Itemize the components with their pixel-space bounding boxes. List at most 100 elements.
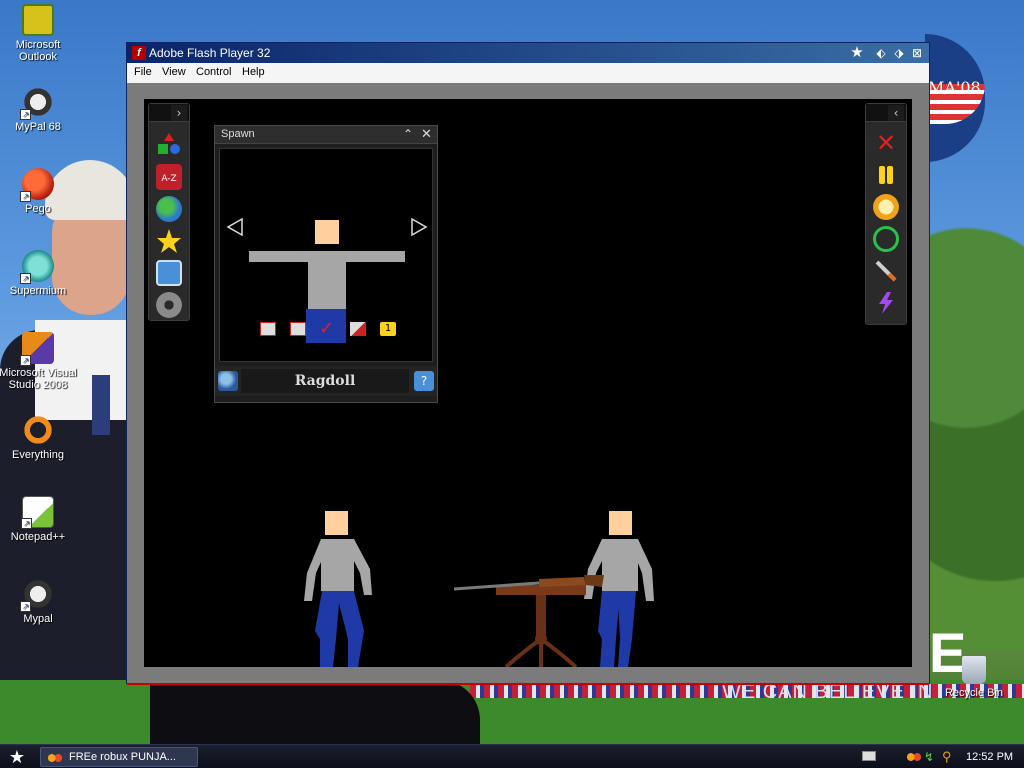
taskbar: ★ FREe robux PUNJA... ↯ ⚲ 12:52 PM bbox=[0, 744, 1024, 768]
preview-ragdoll-torso bbox=[308, 251, 346, 311]
close-button[interactable]: ⊠ bbox=[909, 45, 925, 61]
option-icon-1[interactable] bbox=[260, 322, 276, 336]
pego-icon: ↗ bbox=[20, 168, 54, 202]
flash-player-window[interactable]: f Adobe Flash Player 32 ★ ⬖ ⬗ ⊠ File Vie… bbox=[126, 42, 930, 685]
left-toolbar: › A-Z bbox=[148, 103, 190, 321]
spawn-panel-title: Spawn bbox=[221, 128, 255, 140]
help-icon[interactable]: ? bbox=[414, 371, 434, 391]
window-titlebar[interactable]: f Adobe Flash Player 32 ★ ⬖ ⬗ ⊠ bbox=[127, 43, 929, 63]
desktop-icon-pego[interactable]: ↗ Pego bbox=[0, 168, 78, 215]
desktop-icon-label: MyPal 68 bbox=[15, 121, 61, 133]
campaign-logo-text: MA'08 bbox=[928, 78, 981, 97]
save-icon[interactable] bbox=[156, 260, 182, 286]
menu-bar: File View Control Help bbox=[127, 63, 929, 83]
spawn-item-name: Ragdoll bbox=[241, 369, 409, 393]
notepadpp-icon: ↗ bbox=[21, 496, 54, 529]
option-icon-2[interactable] bbox=[290, 322, 306, 336]
supermium-icon: ↗ bbox=[20, 250, 54, 284]
app-icon bbox=[47, 752, 63, 764]
desktop-icon-supermium[interactable]: ↗ Supermium bbox=[0, 250, 78, 297]
count-badge[interactable]: 1 bbox=[380, 322, 396, 336]
left-toolbar-header: › bbox=[149, 104, 189, 122]
option-icon-3[interactable] bbox=[350, 322, 366, 336]
wallpaper-tie bbox=[92, 375, 110, 435]
desktop-icon-label: Pego bbox=[25, 203, 51, 215]
game-stage[interactable]: › A-Z Spawn ⌃ ✕ ✓ 1 Ragdoll ? ‹ ✕ bbox=[144, 99, 912, 667]
ragdoll-left bbox=[304, 511, 372, 667]
close-icon[interactable]: ✕ bbox=[421, 126, 432, 142]
system-tray: ↯ ⚲ 12:52 PM bbox=[856, 747, 1024, 767]
clock[interactable]: 12:52 PM bbox=[966, 751, 1013, 763]
desktop-icon-label: Supermium bbox=[9, 285, 67, 297]
spawn-preview: ✓ 1 bbox=[219, 148, 433, 362]
desktop-icon-notepadpp[interactable]: ↗ Notepad++ bbox=[0, 496, 78, 543]
alphabetical-icon[interactable]: A-Z bbox=[156, 164, 182, 190]
window-title: Adobe Flash Player 32 bbox=[149, 46, 271, 60]
outlook-icon bbox=[22, 4, 54, 36]
power-icon[interactable] bbox=[873, 226, 899, 252]
desktop-icon-visual-studio[interactable]: ↗ Microsoft Visual Studio 2008 bbox=[0, 332, 78, 391]
minimize-button[interactable]: ⬖ bbox=[873, 45, 889, 61]
desktop-icon-mypal68[interactable]: ↗ MyPal 68 bbox=[0, 86, 78, 133]
spawn-panel-footer: Ragdoll ? bbox=[215, 366, 437, 396]
syringe-icon[interactable] bbox=[873, 258, 899, 284]
visual-studio-icon: ↗ bbox=[20, 332, 54, 366]
start-button[interactable]: ★ bbox=[4, 747, 30, 767]
delete-icon[interactable]: ✕ bbox=[873, 130, 899, 156]
mypal-icon: ↗ bbox=[20, 578, 54, 612]
maximize-button[interactable]: ⬗ bbox=[891, 45, 907, 61]
rifle bbox=[453, 575, 604, 591]
desktop-icon-label: Everything bbox=[12, 449, 64, 461]
taskbar-item[interactable]: FREe robux PUNJA... bbox=[40, 747, 198, 767]
ragdoll-right bbox=[584, 511, 654, 667]
menu-help[interactable]: Help bbox=[242, 66, 265, 78]
spawn-panel-header[interactable]: Spawn ⌃ ✕ bbox=[215, 126, 437, 144]
pause-icon[interactable] bbox=[873, 162, 899, 188]
desktop-icon-label: Recycle Bin bbox=[944, 687, 1004, 699]
shapes-icon[interactable] bbox=[156, 132, 182, 158]
search-icon[interactable] bbox=[218, 371, 238, 391]
recycle-bin-icon bbox=[962, 656, 986, 684]
prev-arrow-icon bbox=[226, 217, 243, 237]
window-bottom-border bbox=[127, 683, 929, 685]
star-icon[interactable] bbox=[156, 228, 182, 254]
right-toolbar-header: ‹ bbox=[866, 104, 906, 122]
gear-icon[interactable] bbox=[156, 292, 182, 318]
wallpaper-trees bbox=[928, 190, 1024, 650]
wallpaper-shadow bbox=[150, 680, 480, 744]
desktop-icon-mypal[interactable]: ↗ Mypal bbox=[0, 578, 78, 625]
preview-ragdoll-head bbox=[315, 220, 339, 244]
lightning-icon[interactable] bbox=[873, 290, 899, 316]
everything-icon bbox=[22, 414, 54, 446]
svg-text:A-Z: A-Z bbox=[161, 174, 176, 184]
flash-logo-icon: f bbox=[132, 46, 146, 60]
pin-icon[interactable]: ★ bbox=[849, 45, 865, 61]
mypal-icon: ↗ bbox=[20, 86, 54, 120]
chevron-left-icon[interactable]: ‹ bbox=[888, 105, 904, 121]
desktop-icon-label: Notepad++ bbox=[10, 531, 66, 543]
right-toolbar: ‹ ✕ bbox=[865, 103, 907, 325]
desktop-icon-label: Microsoft Outlook bbox=[15, 39, 61, 63]
globe-icon[interactable] bbox=[156, 196, 182, 222]
desktop-icon-recycle-bin[interactable]: Recycle Bin bbox=[934, 656, 1014, 699]
desktop-icon-everything[interactable]: Everything bbox=[0, 414, 78, 461]
desktop-icon-outlook[interactable]: Microsoft Outlook bbox=[0, 4, 78, 63]
taskbar-item-label: FREe robux PUNJA... bbox=[69, 751, 176, 763]
app-tray-icon[interactable] bbox=[906, 751, 922, 763]
checkmark-icon[interactable]: ✓ bbox=[319, 320, 337, 338]
menu-control[interactable]: Control bbox=[196, 66, 231, 78]
collapse-icon[interactable]: ⌃ bbox=[403, 127, 413, 141]
search-tray-icon[interactable]: ⚲ bbox=[942, 749, 952, 765]
menu-file[interactable]: File bbox=[134, 66, 152, 78]
table bbox=[496, 585, 586, 667]
keyboard-icon[interactable] bbox=[862, 751, 876, 761]
desktop-icon-label: Mypal bbox=[23, 613, 53, 625]
menu-view[interactable]: View bbox=[162, 66, 186, 78]
stopwatch-icon[interactable] bbox=[873, 194, 899, 220]
desktop-icon-label: Microsoft Visual Studio 2008 bbox=[0, 367, 77, 391]
campaign-logo bbox=[925, 34, 985, 162]
next-arrow-icon bbox=[411, 217, 428, 237]
network-icon[interactable]: ↯ bbox=[924, 750, 934, 764]
spawn-panel: Spawn ⌃ ✕ ✓ 1 Ragdoll ? bbox=[214, 125, 438, 403]
chevron-right-icon[interactable]: › bbox=[171, 105, 187, 121]
